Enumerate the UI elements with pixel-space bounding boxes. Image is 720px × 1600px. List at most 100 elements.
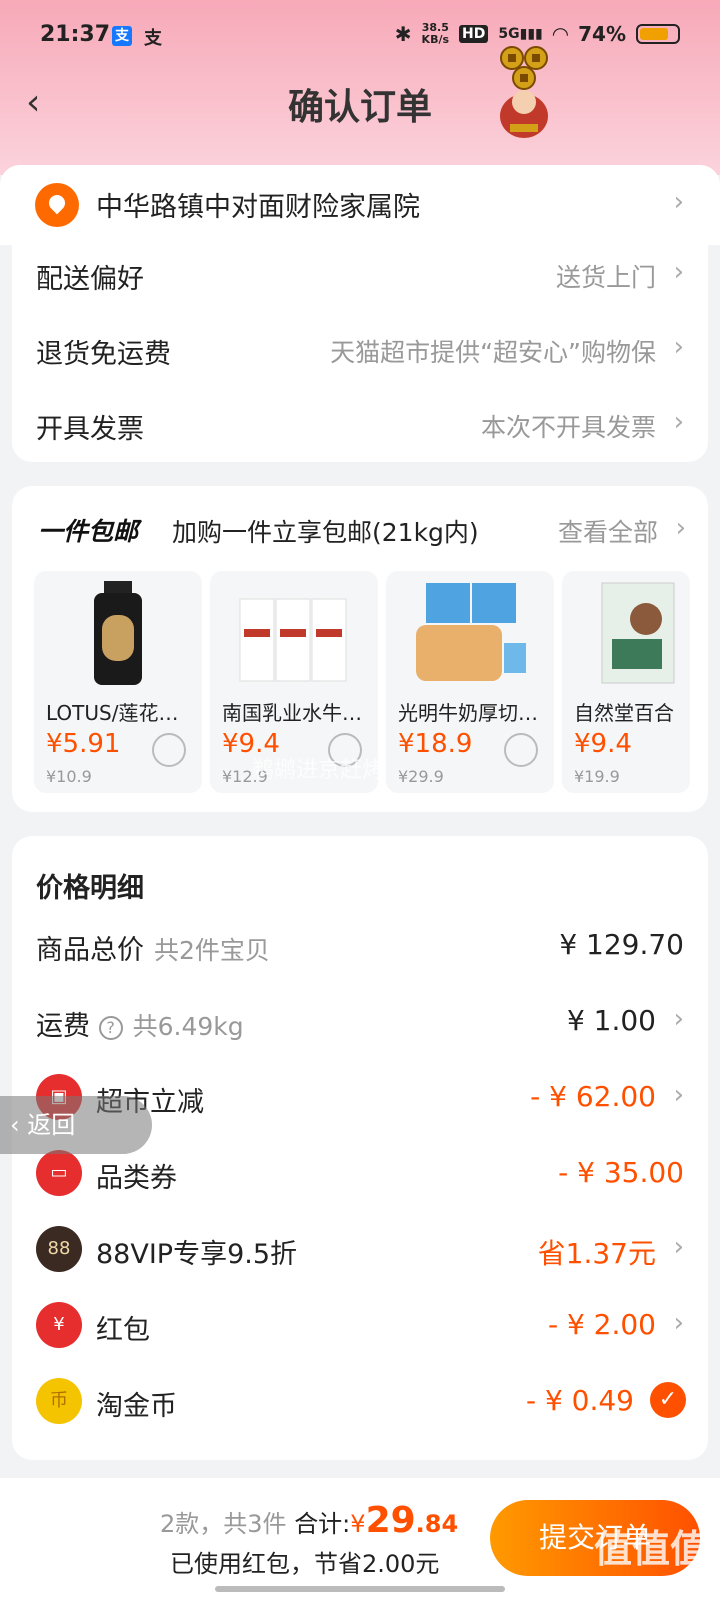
invoice-row[interactable]: 开具发票 本次不开具发票 › (36, 397, 684, 457)
price-row-label: 商品总价 共2件宝贝 (36, 928, 270, 967)
promo-subtitle: 加购一件立享包邮(21kg内) (172, 518, 479, 547)
bluetooth-icon: ✱ (394, 22, 412, 46)
battery-percent: 74% (578, 22, 626, 46)
price-row-label: 品类券 (96, 1163, 177, 1194)
float-back-label: 返回 (27, 1111, 76, 1139)
product-image (601, 582, 675, 684)
fortune-mascot-icon[interactable] (490, 44, 560, 144)
price-row-label: 88VIP专享9.5折 (96, 1239, 298, 1270)
total-currency: ¥ (350, 1510, 366, 1538)
product-image (94, 581, 142, 685)
option-label: 开具发票 (36, 414, 144, 445)
network-type: 5G (498, 26, 520, 42)
battery-icon (636, 24, 680, 44)
product-image (416, 583, 526, 681)
delivery-preference-row[interactable]: 配送偏好 送货上门 › (36, 247, 684, 307)
coupon-value: - ¥ 35.00 (558, 1156, 684, 1189)
chevron-right-icon: › (673, 1308, 684, 1338)
coupon-icon: ▭ (36, 1150, 82, 1196)
item-count: 2款，共3件 (160, 1510, 287, 1538)
chevron-right-icon: › (673, 332, 684, 362)
address-text: 中华路镇中对面财险家属院 (96, 192, 420, 223)
total-label: 合计: (294, 1510, 351, 1538)
select-radio[interactable] (504, 733, 538, 767)
goods-total-value: ¥ 129.70 (559, 928, 684, 961)
taojinbi-row[interactable]: 币 淘金币 - ¥ 0.49 ✓ (36, 1374, 686, 1430)
checkmark-icon[interactable]: ✓ (650, 1382, 686, 1418)
site-logo-watermark: 值值值 (593, 1527, 708, 1571)
chevron-right-icon[interactable]: › (676, 513, 686, 543)
shipping-label: 运费 (36, 1011, 90, 1042)
product-original-price: ¥19.9 (574, 767, 620, 786)
red-packet-icon: ¥ (36, 1302, 82, 1348)
goods-total-label: 商品总价 (36, 935, 144, 966)
product-image (239, 598, 347, 682)
address-row[interactable]: 中华路镇中对面财险家属院 › (0, 165, 720, 245)
location-pin-icon (35, 183, 79, 227)
saving-note: 已使用红包，节省2.00元 (170, 1550, 440, 1578)
alipay-icon: 支 (112, 26, 132, 46)
red-packet-value: - ¥ 2.00 (547, 1308, 656, 1341)
shipping-fee-value: ¥ 1.00 (566, 1004, 656, 1037)
product-name: 南国乳业水牛… (222, 701, 362, 725)
shipping-fee-row[interactable]: 运费 ? 共6.49kg ¥ 1.00 › (36, 994, 684, 1050)
vip-88-icon: 88 (36, 1226, 82, 1272)
select-radio[interactable] (152, 733, 186, 767)
wifi-icon: ◠ (552, 22, 569, 46)
status-bar: 21:37 支 支 ✱ 38.5 KB/s HD 5G▮▮▮ ◠ 74% (0, 18, 720, 58)
chevron-right-icon: › (673, 1232, 684, 1262)
alipay-outline-icon: 支 (144, 28, 162, 49)
taojinbi-value: - ¥ 0.49 (525, 1384, 634, 1417)
option-value: 送货上门 (555, 263, 656, 292)
chevron-right-icon: › (673, 407, 684, 437)
watermark-text: 鹈鹕进京赶烤 (252, 758, 385, 783)
product-card[interactable]: 光明牛奶厚切… ¥18.9 ¥29.9 (386, 571, 554, 793)
vip-discount-row[interactable]: 88 88VIP专享9.5折 省1.37元 › (36, 1222, 684, 1278)
gold-coin-icon: 币 (36, 1378, 82, 1424)
red-packet-row[interactable]: ¥ 红包 - ¥ 2.00 › (36, 1298, 684, 1354)
option-value: 本次不开具发票 (480, 413, 656, 442)
page-title: 确认订单 (287, 87, 432, 128)
product-name: 自然堂百合 (574, 701, 674, 725)
price-detail-title: 价格明细 (36, 873, 144, 904)
product-price: ¥9.4 (574, 729, 632, 759)
home-indicator[interactable] (215, 1586, 505, 1592)
help-icon[interactable]: ? (98, 1015, 123, 1040)
return-shipping-row[interactable]: 退货免运费 天猫超市提供“超安心”购物保 › (36, 322, 684, 382)
product-card[interactable]: 自然堂百合 ¥9.4 ¥19.9 (562, 571, 690, 793)
network-speed: 38.5 KB/s (422, 22, 449, 46)
price-row-label: 淘金币 (96, 1391, 177, 1422)
vip-saving-value: 省1.37元 (537, 1237, 656, 1270)
float-back-button[interactable]: ‹ 返回 (0, 1096, 152, 1154)
hd-icon: HD (459, 25, 489, 43)
price-row-label: 红包 (96, 1315, 150, 1346)
discount-value: - ¥ 62.00 (530, 1080, 656, 1113)
product-name: 光明牛奶厚切… (398, 701, 538, 725)
product-card[interactable]: LOTUS/莲花… ¥5.91 ¥10.9 (34, 571, 202, 793)
product-original-price: ¥10.9 (46, 767, 92, 786)
chevron-right-icon: › (673, 257, 684, 287)
network-speed-unit: KB/s (421, 33, 450, 46)
status-time: 21:37 (40, 22, 111, 47)
view-all-link[interactable]: 查看全部 (558, 513, 658, 549)
price-row-label: 运费 ? 共6.49kg (36, 1004, 244, 1043)
status-icons: ✱ 38.5 KB/s HD 5G▮▮▮ ◠ 74% (395, 22, 680, 46)
order-summary: 2款，共3件 合计:¥29.84 (160, 1500, 458, 1541)
chevron-right-icon: › (673, 1004, 684, 1034)
site-url-watermark: zhizhizhi.com (599, 1575, 708, 1594)
chevron-right-icon: › (673, 187, 684, 217)
chevron-right-icon: › (673, 1080, 684, 1110)
goods-count: 共2件宝贝 (154, 936, 270, 965)
order-options-card: 配送偏好 送货上门 › 退货免运费 天猫超市提供“超安心”购物保 › 开具发票 … (12, 245, 708, 462)
bottom-bar: 2款，共3件 合计:¥29.84 已使用红包，节省2.00元 提交订单 值值值 … (0, 1478, 720, 1600)
category-coupon-row: ▭ 品类券 - ¥ 35.00 (36, 1146, 684, 1202)
promo-title: 一件包邮 (38, 517, 139, 546)
option-label: 退货免运费 (36, 339, 171, 370)
signal-icon: 5G▮▮▮ (498, 26, 543, 42)
option-label: 配送偏好 (36, 264, 144, 295)
nav-bar: ‹ 确认订单 (0, 46, 720, 138)
total-decimal: .84 (415, 1510, 459, 1538)
chevron-left-icon: ‹ (10, 1111, 20, 1139)
shipping-weight: 共6.49kg (132, 1012, 244, 1041)
product-price: ¥18.9 (398, 729, 473, 759)
